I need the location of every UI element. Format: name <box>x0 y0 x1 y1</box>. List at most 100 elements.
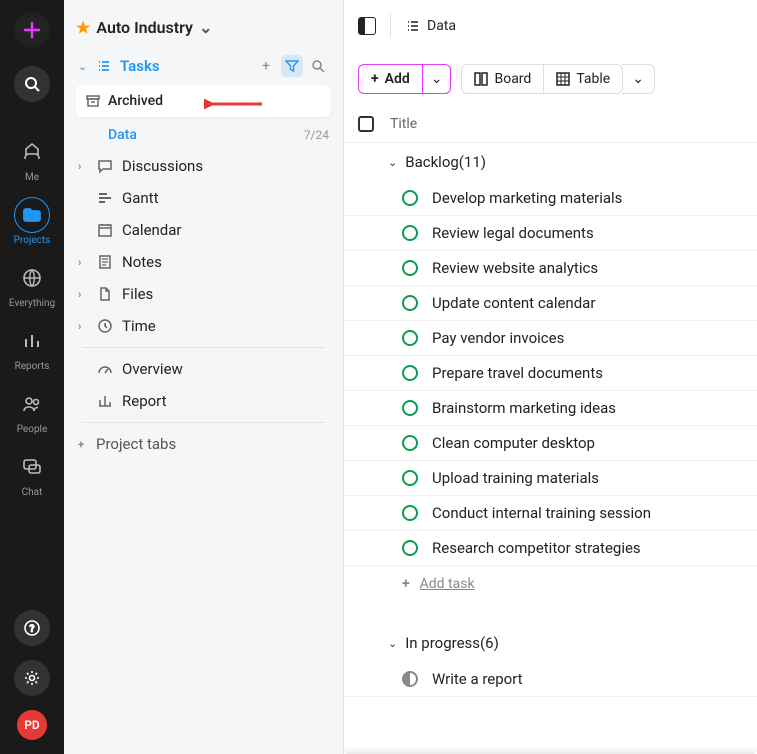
task-status-circle[interactable] <box>402 671 418 687</box>
view-dropdown[interactable]: ⌄ <box>622 64 655 94</box>
nav-people-label: People <box>17 424 48 435</box>
project-title: Auto Industry <box>96 18 193 37</box>
group-row[interactable]: ⌄Backlog(11) <box>344 143 757 181</box>
add-button[interactable]: + Add <box>358 64 423 94</box>
main-panel: Data + Add ⌄ Board Table ⌄ <box>344 0 757 754</box>
sidebar-item-label: Files <box>122 285 329 303</box>
settings-button[interactable] <box>14 660 50 696</box>
help-button[interactable]: ? <box>14 610 50 646</box>
sidebar-project-tabs[interactable]: + Project tabs <box>72 429 335 459</box>
nav-chat-label: Chat <box>22 487 43 498</box>
user-avatar[interactable]: PD <box>17 710 47 740</box>
task-title: Update content calendar <box>432 294 595 312</box>
task-row[interactable]: Prepare travel documents <box>344 356 757 391</box>
task-status-circle[interactable] <box>402 400 418 416</box>
nav-people[interactable]: People <box>14 386 50 435</box>
sidebar-item-discussions[interactable]: › Discussions <box>72 151 335 181</box>
sidebar-item-calendar[interactable]: Calendar <box>72 215 335 245</box>
breadcrumb-data[interactable]: Data <box>405 18 456 34</box>
add-button[interactable] <box>14 12 50 48</box>
task-status-circle[interactable] <box>402 505 418 521</box>
task-status-circle[interactable] <box>402 330 418 346</box>
add-task-label: Add task <box>420 576 475 592</box>
task-row[interactable]: Pay vendor invoices <box>344 321 757 356</box>
chevron-down-icon: ⌄ <box>199 18 212 37</box>
select-all-checkbox[interactable] <box>358 116 374 132</box>
main-top-bar: Data <box>344 0 757 52</box>
panel-toggle-icon[interactable] <box>358 17 376 35</box>
filter-icon[interactable] <box>281 55 303 77</box>
table-header-row: Title <box>344 106 757 143</box>
task-row[interactable]: Review legal documents <box>344 216 757 251</box>
task-row[interactable]: Upload training materials <box>344 461 757 496</box>
task-title: Research competitor strategies <box>432 539 641 557</box>
board-label: Board <box>494 71 531 87</box>
task-row[interactable]: Write a report <box>344 662 757 697</box>
sidebar-item-notes[interactable]: ›Notes <box>72 247 335 277</box>
nav-projects[interactable]: Projects <box>14 197 51 246</box>
task-row[interactable]: Research competitor strategies <box>344 531 757 566</box>
archived-row[interactable]: Archived ⌄ <box>76 85 331 117</box>
tasks-label: Tasks <box>120 57 255 75</box>
project-title-row[interactable]: ★ Auto Industry ⌄ <box>72 14 335 51</box>
task-row[interactable]: Clean computer desktop <box>344 426 757 461</box>
plus-icon: + <box>402 576 410 592</box>
add-dropdown[interactable]: ⌄ <box>423 64 452 94</box>
sidebar-item-time[interactable]: ›Time <box>72 311 335 341</box>
task-status-circle[interactable] <box>402 295 418 311</box>
chart-icon <box>96 393 114 409</box>
task-status-circle[interactable] <box>402 470 418 486</box>
task-status-circle[interactable] <box>402 365 418 381</box>
task-row[interactable]: Develop marketing materials <box>344 181 757 216</box>
task-status-circle[interactable] <box>402 190 418 206</box>
nav-reports[interactable]: Reports <box>14 323 50 372</box>
chevron-down-icon: ⌄ <box>242 95 251 108</box>
notes-icon <box>96 254 114 270</box>
gauge-icon <box>96 361 114 377</box>
controls-row: + Add ⌄ Board Table ⌄ <box>344 52 757 106</box>
task-title: Review website analytics <box>432 259 598 277</box>
project-tabs-label: Project tabs <box>96 435 329 453</box>
task-title: Prepare travel documents <box>432 364 603 382</box>
nav-everything-label: Everything <box>9 298 55 309</box>
add-task-icon[interactable]: + <box>255 55 277 77</box>
nav-search[interactable] <box>14 66 50 102</box>
plus-icon: + <box>371 71 379 87</box>
board-icon <box>474 72 488 86</box>
sidebar-report[interactable]: Report <box>72 386 335 416</box>
task-title: Pay vendor invoices <box>432 329 564 347</box>
nav-chat[interactable]: Chat <box>14 449 50 498</box>
task-row[interactable]: Update content calendar <box>344 286 757 321</box>
task-title: Conduct internal training session <box>432 504 651 522</box>
sidebar-item-label: Discussions <box>122 157 329 175</box>
search-icon[interactable] <box>307 55 329 77</box>
board-view-button[interactable]: Board <box>462 65 544 93</box>
task-row[interactable]: Review website analytics <box>344 251 757 286</box>
project-sidebar: ★ Auto Industry ⌄ ⌄ Tasks + Archived ⌄ D… <box>64 0 344 754</box>
group-name: Backlog(11) <box>405 153 486 171</box>
table-view-button[interactable]: Table <box>544 65 622 93</box>
divider <box>82 422 325 423</box>
task-status-circle[interactable] <box>402 225 418 241</box>
sidebar-item-files[interactable]: › Files <box>72 279 335 309</box>
add-task-row[interactable]: + Add task <box>344 566 757 602</box>
task-row[interactable]: Brainstorm marketing ideas <box>344 391 757 426</box>
caret-icon: › <box>78 288 92 301</box>
nav-everything[interactable]: Everything <box>9 260 55 309</box>
nav-me[interactable]: Me <box>14 134 50 183</box>
group-row[interactable]: ⌄In progress(6) <box>344 624 757 662</box>
task-status-circle[interactable] <box>402 435 418 451</box>
task-status-circle[interactable] <box>402 540 418 556</box>
task-title: Clean computer desktop <box>432 434 595 452</box>
sidebar-overview[interactable]: Overview <box>72 354 335 384</box>
task-status-circle[interactable] <box>402 260 418 276</box>
task-row[interactable]: Conduct internal training session <box>344 496 757 531</box>
sidebar-item-label: Gantt <box>122 189 329 207</box>
sidebar-item-gantt[interactable]: Gantt <box>72 183 335 213</box>
table-label: Table <box>576 71 610 87</box>
task-title: Brainstorm marketing ideas <box>432 399 616 417</box>
chevron-down-icon: ⌄ <box>388 637 397 650</box>
sidebar-tasks[interactable]: ⌄ Tasks + <box>72 51 335 81</box>
sidebar-data[interactable]: Data 7/24 <box>72 121 335 149</box>
caret-icon: › <box>78 160 92 173</box>
